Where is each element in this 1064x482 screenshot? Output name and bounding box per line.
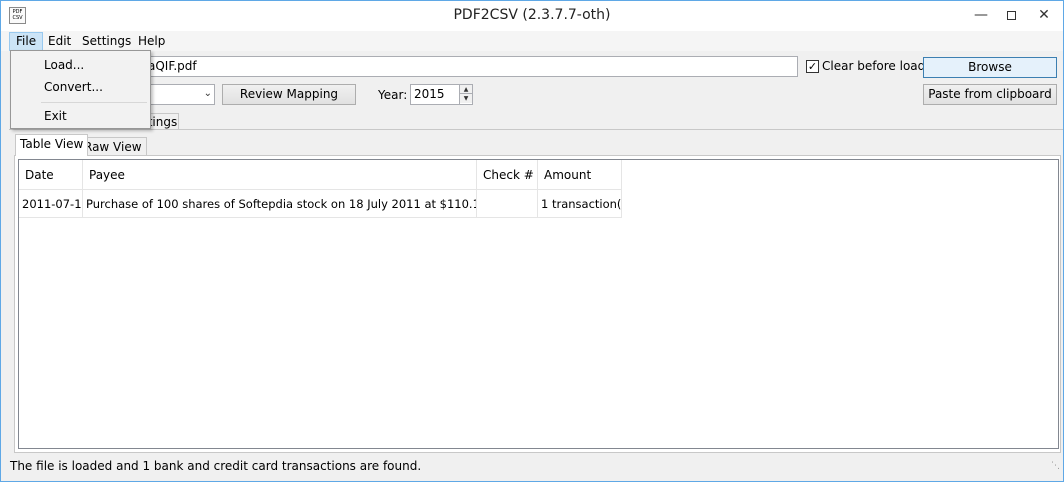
column-header-payee[interactable]: Payee <box>83 160 477 190</box>
mapping-select[interactable]: ⌄ <box>141 84 215 105</box>
tab-raw-view[interactable]: Raw View <box>79 137 147 157</box>
file-path-value: aQIF.pdf <box>148 59 197 73</box>
menu-separator <box>41 102 147 103</box>
table-cell-amount[interactable]: 1 transaction(s) <box>538 190 622 218</box>
menu-item-load[interactable]: Load... <box>13 55 148 76</box>
clear-before-load-toggle[interactable]: ✓ Clear before load <box>806 59 925 73</box>
table-view-panel: Date Payee Check # Amount 2011-07-18 Pur… <box>14 155 1061 453</box>
paste-from-clipboard-button[interactable]: Paste from clipboard <box>923 84 1057 105</box>
minimize-button[interactable]: — <box>967 1 995 29</box>
tab-table-view[interactable]: Table View <box>15 134 89 156</box>
year-value: 2015 <box>414 87 445 101</box>
window-title: PDF2CSV (2.3.7.7-oth) <box>453 7 611 23</box>
column-header-check[interactable]: Check # <box>477 160 538 190</box>
browse-button[interactable]: Browse <box>923 57 1057 78</box>
menu-help[interactable]: Help <box>132 32 171 51</box>
table-cell-check[interactable] <box>477 190 538 218</box>
column-header-date[interactable]: Date <box>19 160 83 190</box>
clear-before-load-checkbox[interactable]: ✓ <box>806 59 819 73</box>
chevron-down-icon: ⌄ <box>203 88 212 99</box>
app-window: PDF CSV PDF2CSV (2.3.7.7-oth) — ✕ File E… <box>0 0 1064 482</box>
close-icon: ✕ <box>1038 7 1050 23</box>
year-label: Year: <box>378 88 408 102</box>
review-mapping-button[interactable]: Review Mapping <box>222 84 356 105</box>
year-stepper[interactable]: 2015 ▲ ▼ <box>410 84 473 105</box>
status-bar: The file is loaded and 1 bank and credit… <box>1 457 1063 475</box>
maximize-button[interactable] <box>997 1 1025 29</box>
table-cell-payee[interactable]: Purchase of 100 shares of Softepdia stoc… <box>83 190 477 218</box>
menu-settings[interactable]: Settings <box>76 32 137 51</box>
column-header-amount[interactable]: Amount <box>538 160 622 190</box>
table-cell-date[interactable]: 2011-07-18 <box>19 190 83 218</box>
maximize-icon <box>1006 10 1016 20</box>
menu-bar: File Edit Settings Help <box>1 31 1063 51</box>
spin-down-icon[interactable]: ▼ <box>460 94 472 103</box>
menu-item-convert[interactable]: Convert... <box>13 77 148 98</box>
spin-up-icon[interactable]: ▲ <box>460 85 472 94</box>
menu-file[interactable]: File <box>9 32 44 51</box>
minimize-icon: — <box>974 7 988 23</box>
menu-item-exit[interactable]: Exit <box>13 106 148 127</box>
resize-grip-icon[interactable]: ⋱ <box>1051 461 1060 471</box>
title-bar[interactable]: PDF CSV PDF2CSV (2.3.7.7-oth) — ✕ <box>1 1 1063 31</box>
year-spin-buttons: ▲ ▼ <box>459 85 472 104</box>
menu-edit[interactable]: Edit <box>42 32 77 51</box>
close-button[interactable]: ✕ <box>1025 1 1063 29</box>
transactions-table[interactable]: Date Payee Check # Amount 2011-07-18 Pur… <box>18 159 1059 449</box>
clear-before-load-label: Clear before load <box>822 59 926 73</box>
file-menu-dropdown: Load... Convert... Exit <box>10 50 151 129</box>
